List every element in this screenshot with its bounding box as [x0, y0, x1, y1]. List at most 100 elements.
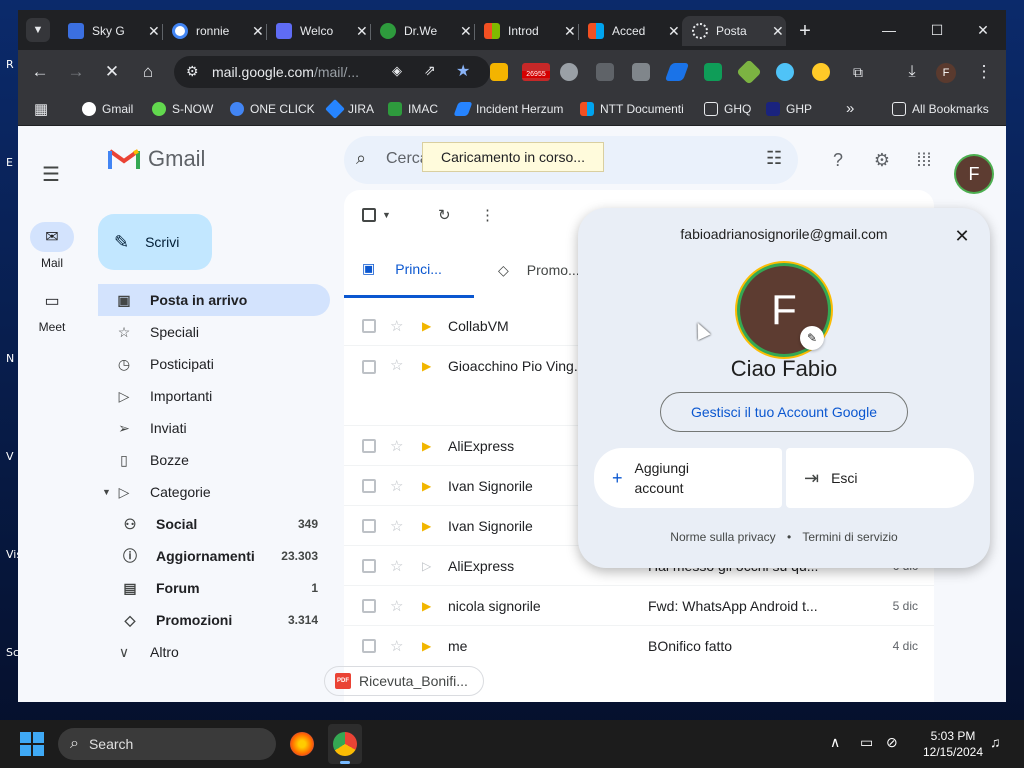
volume-muted-icon[interactable]: ⊘	[886, 734, 898, 751]
nav-promotions[interactable]: ◇ Promozioni 3.314	[98, 604, 330, 636]
chrome-menu-button[interactable]: ⋮	[970, 58, 998, 86]
compose-button[interactable]: ✎ Scrivi	[98, 214, 212, 270]
star-icon[interactable]: ☆	[390, 517, 403, 535]
apps-grid-icon[interactable]: ▦	[34, 100, 48, 118]
tab-close-icon[interactable]: ✕	[356, 23, 368, 40]
desktop-icon-label[interactable]: V	[6, 450, 14, 463]
star-icon[interactable]: ☆	[390, 317, 403, 335]
extension-icon[interactable]	[736, 59, 762, 85]
bookmark-imac[interactable]: IMAC	[388, 102, 438, 116]
row-checkbox[interactable]	[362, 598, 376, 613]
bookmark-star-icon[interactable]: ★	[456, 61, 470, 81]
gear-icon[interactable]: ⚙	[870, 148, 894, 172]
label-important-icon[interactable]: ▶	[422, 479, 431, 493]
extension-icon[interactable]	[812, 63, 830, 81]
nav-inbox[interactable]: ▣ Posta in arrivo	[98, 284, 330, 316]
label-important-icon[interactable]: ▶	[422, 319, 431, 333]
extension-icon[interactable]	[632, 63, 650, 81]
browser-tab-google[interactable]: ronnie ✕	[162, 16, 264, 46]
label-important-icon[interactable]: ▶	[422, 359, 431, 373]
browser-tab-access[interactable]: Acced ✕	[578, 16, 680, 46]
more-bookmarks-button[interactable]: »	[846, 100, 854, 117]
tab-close-icon[interactable]: ✕	[148, 23, 160, 40]
browser-tab-intro[interactable]: Introd ✕	[474, 16, 576, 46]
desktop-icon-label[interactable]: N	[6, 352, 14, 365]
refresh-icon[interactable]: ↻	[438, 206, 451, 224]
bookmark-one-click[interactable]: ONE CLICK	[230, 102, 315, 116]
search-icon[interactable]: ⌕	[356, 148, 366, 169]
address-bar[interactable]: ⚙ mail.google.com/mail/... ◈ ⇗ ★	[174, 56, 490, 88]
caret-down-icon[interactable]: ▼	[382, 210, 391, 220]
extension-icon[interactable]	[704, 63, 722, 81]
nav-drafts[interactable]: ▯ Bozze	[98, 444, 330, 476]
open-in-app-icon[interactable]: ⇗	[424, 62, 436, 79]
add-account-button[interactable]: + Aggiungi account	[594, 448, 782, 508]
nav-more[interactable]: ∨ Altro	[98, 636, 330, 668]
tab-close-icon[interactable]: ✕	[564, 23, 576, 40]
minimize-button[interactable]: —	[874, 18, 904, 42]
row-checkbox[interactable]	[362, 318, 376, 333]
mail-row[interactable]: ☆ ▶ nicola signorile Fwd: WhatsApp Android …	[344, 586, 934, 626]
main-menu-icon[interactable]: ☰	[42, 162, 60, 187]
nav-starred[interactable]: ☆ Speciali	[98, 316, 330, 348]
nav-snoozed[interactable]: ◷ Posticipati	[98, 348, 330, 380]
more-vert-icon[interactable]: ⋮	[480, 206, 495, 224]
rail-meet[interactable]: ▭ Meet	[30, 286, 74, 334]
nav-updates[interactable]: ⓘ Aggiornamenti 23.303	[98, 540, 330, 572]
star-icon[interactable]: ☆	[390, 637, 403, 655]
extension-icon[interactable]	[560, 63, 578, 81]
tab-close-icon[interactable]: ✕	[460, 23, 472, 40]
bookmark-ghp[interactable]: GHP	[766, 102, 812, 116]
attachment-chip[interactable]: PDF Ricevuta_Bonifi...	[324, 666, 484, 696]
row-checkbox[interactable]	[362, 639, 376, 653]
google-apps-icon[interactable]: ⁞⁞⁞	[912, 148, 936, 172]
privacy-link[interactable]: Norme sulla privacy	[670, 530, 775, 544]
label-important-icon[interactable]: ▶	[422, 599, 431, 613]
gmail-logo[interactable]: Gmail	[108, 146, 205, 172]
taskbar-search[interactable]: ⌕ Search	[58, 728, 276, 760]
star-icon[interactable]: ☆	[390, 557, 403, 575]
label-important-icon[interactable]: ▶	[422, 439, 431, 453]
chrome-taskbar-button[interactable]	[328, 724, 362, 764]
help-icon[interactable]: ?	[826, 148, 850, 172]
label-important-outline-icon[interactable]: ▷	[422, 559, 431, 573]
home-button[interactable]: ⌂	[134, 58, 162, 86]
lens-icon[interactable]: ◈	[392, 63, 402, 79]
extension-badge-icon[interactable]: 26955	[522, 63, 550, 81]
terms-link[interactable]: Termini di servizio	[802, 530, 897, 544]
bookmark-ntt-documenti[interactable]: NTT Documenti	[580, 102, 684, 116]
label-important-icon[interactable]: ▶	[422, 519, 431, 533]
site-settings-icon[interactable]: ⚙	[186, 63, 199, 80]
forward-button[interactable]: →	[62, 58, 90, 86]
row-checkbox[interactable]	[362, 360, 376, 374]
tab-search-dropdown[interactable]: ▼	[26, 18, 50, 42]
bookmark-ghq[interactable]: GHQ	[704, 102, 751, 116]
nav-forums[interactable]: ▤ Forum 1	[98, 572, 330, 604]
nav-important[interactable]: ▷ Importanti	[98, 380, 330, 412]
browser-tab-drweb[interactable]: Dr.We ✕	[370, 16, 472, 46]
row-checkbox[interactable]	[362, 478, 376, 493]
tune-filter-icon[interactable]: ☷	[766, 148, 782, 169]
select-all-checkbox[interactable]	[362, 208, 376, 222]
account-avatar[interactable]: F	[956, 156, 992, 192]
browser-tab-sky[interactable]: Sky G ✕	[58, 16, 160, 46]
bookmark-snow[interactable]: S-NOW	[152, 102, 213, 116]
edit-photo-button[interactable]: ✎	[800, 326, 824, 350]
manage-account-button[interactable]: Gestisci il tuo Account Google	[660, 392, 908, 432]
rail-mail[interactable]: ✉ Mail	[30, 222, 74, 270]
chrome-profile-avatar[interactable]: F	[936, 63, 956, 83]
taskbar-clock[interactable]: 5:03 PM 12/15/2024	[916, 728, 990, 760]
all-bookmarks-folder[interactable]: All Bookmarks	[892, 102, 989, 116]
desktop-icon-label[interactable]: R	[6, 58, 14, 71]
row-checkbox[interactable]	[362, 558, 376, 573]
notification-bell-icon[interactable]: ♫	[990, 734, 1001, 750]
star-icon[interactable]: ☆	[390, 356, 403, 374]
extension-icon[interactable]	[596, 63, 614, 81]
network-icon[interactable]: ▭	[860, 734, 873, 751]
tab-primary[interactable]: ▣ Princi...	[344, 242, 474, 298]
downloads-button[interactable]: ⤓	[898, 58, 926, 86]
row-checkbox[interactable]	[362, 518, 376, 533]
desktop-icon-label[interactable]: E	[6, 156, 13, 169]
extension-keep-icon[interactable]	[490, 63, 508, 81]
close-popup-button[interactable]: ✕	[948, 222, 976, 250]
